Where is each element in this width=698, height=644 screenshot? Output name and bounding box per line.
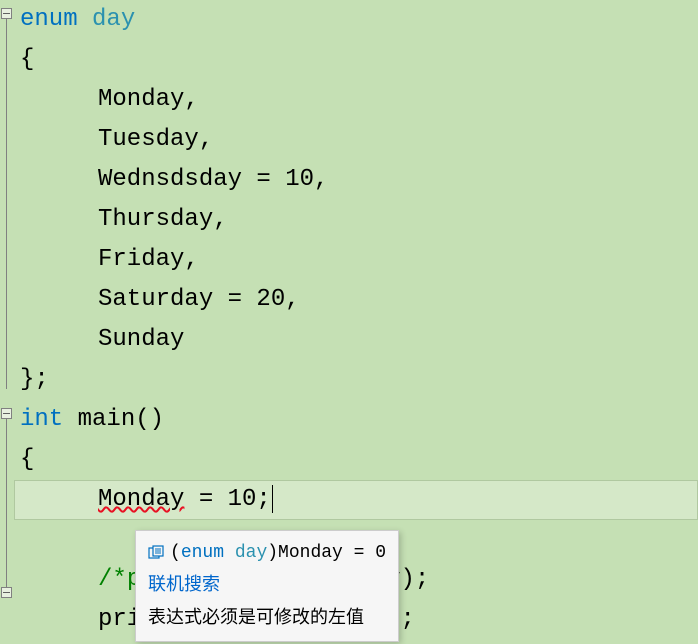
code-line-4[interactable]: Tuesday, [14, 120, 698, 160]
code-line-2[interactable]: { [14, 40, 698, 80]
enum-monday: Monday, [98, 86, 199, 113]
enum-wednsdsday: Wednsdsday = 10, [98, 166, 328, 193]
tooltip-signature: (enum day)Monday = 0 [170, 539, 386, 568]
enum-saturday: Saturday = 20, [98, 286, 300, 313]
func-main: main [78, 406, 136, 433]
brace-close-semi: }; [20, 366, 49, 393]
error-monday: Monday [98, 486, 184, 513]
code-line-6[interactable]: Thursday, [14, 200, 698, 240]
type-day: day [92, 6, 135, 33]
tooltip-signature-row: (enum day)Monday = 0 [148, 539, 386, 568]
code-line-3[interactable]: Monday, [14, 80, 698, 120]
code-line-5[interactable]: Wednsdsday = 10, [14, 160, 698, 200]
tooltip-search-link[interactable]: 联机搜索 [148, 572, 386, 601]
code-line-12[interactable]: { [14, 440, 698, 480]
comment-open: /* [98, 566, 127, 593]
intellisense-tooltip: (enum day)Monday = 0 联机搜索 表达式必须是可修改的左值 [135, 530, 399, 642]
code-line-11[interactable]: int main() [14, 400, 698, 440]
assign-rest: = 10; [184, 486, 270, 513]
keyword-enum: enum [20, 6, 78, 33]
code-line-10[interactable]: }; [14, 360, 698, 400]
enum-tuesday: Tuesday, [98, 126, 213, 153]
code-line-8[interactable]: Saturday = 20, [14, 280, 698, 320]
enum-thursday: Thursday, [98, 206, 228, 233]
code-line-9[interactable]: Sunday [14, 320, 698, 360]
code-line-13-current[interactable]: Monday = 10; [14, 480, 698, 520]
paren: () [135, 406, 164, 433]
enum-sunday: Sunday [98, 326, 184, 353]
tooltip-error-message: 表达式必须是可修改的左值 [148, 605, 386, 634]
brace-open-main: { [20, 446, 34, 473]
code-line-7[interactable]: Friday, [14, 240, 698, 280]
enum-icon [148, 545, 164, 561]
brace-open: { [20, 46, 34, 73]
code-line-1[interactable]: enum day [14, 0, 698, 40]
keyword-int: int [20, 406, 63, 433]
text-cursor [272, 485, 273, 513]
enum-friday: Friday, [98, 246, 199, 273]
